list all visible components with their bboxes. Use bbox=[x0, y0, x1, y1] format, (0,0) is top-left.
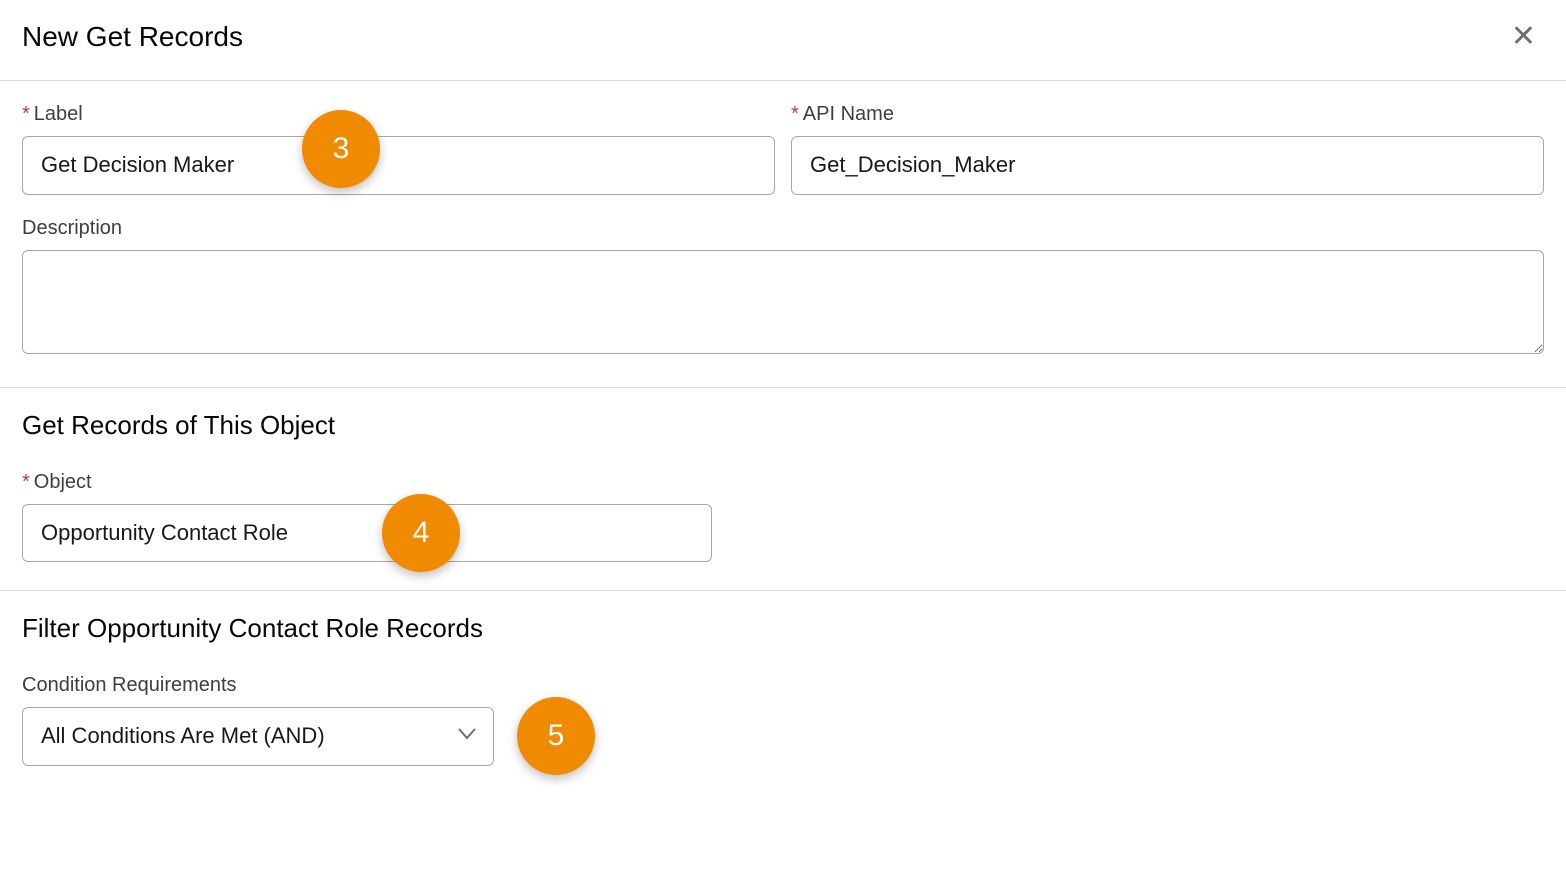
identity-section: *Label 3 *API Name Description bbox=[0, 81, 1566, 388]
filter-section-heading: Filter Opportunity Contact Role Records bbox=[22, 613, 1544, 644]
label-field-label: *Label bbox=[22, 103, 775, 126]
object-section: Get Records of This Object *Object 4 bbox=[0, 388, 1566, 592]
callout-5: 5 bbox=[517, 697, 595, 775]
close-icon[interactable]: ✕ bbox=[1503, 18, 1544, 56]
required-asterisk-icon: * bbox=[22, 103, 30, 125]
description-field-group: Description bbox=[22, 217, 1544, 359]
api-name-input[interactable] bbox=[791, 136, 1544, 195]
object-combobox[interactable] bbox=[22, 504, 712, 563]
object-label-text: Object bbox=[34, 471, 92, 493]
modal-title: New Get Records bbox=[22, 21, 243, 53]
description-field-label: Description bbox=[22, 217, 1544, 240]
object-field-label: *Object bbox=[22, 471, 1544, 494]
condition-requirements-label: Condition Requirements bbox=[22, 674, 1544, 697]
label-input[interactable] bbox=[22, 136, 775, 195]
description-textarea[interactable] bbox=[22, 250, 1544, 354]
modal-header: New Get Records ✕ bbox=[0, 0, 1566, 81]
api-name-text: API Name bbox=[803, 103, 894, 125]
get-records-modal: New Get Records ✕ *Label 3 *API Name Des… bbox=[0, 0, 1566, 880]
label-field-group: *Label 3 bbox=[22, 103, 775, 195]
required-asterisk-icon: * bbox=[22, 471, 30, 493]
object-section-heading: Get Records of This Object bbox=[22, 410, 1544, 441]
filter-section: Filter Opportunity Contact Role Records … bbox=[0, 591, 1566, 788]
condition-requirements-select[interactable]: All Conditions Are Met (AND) bbox=[22, 707, 494, 766]
label-text: Label bbox=[34, 103, 83, 125]
api-name-field-group: *API Name bbox=[791, 103, 1544, 195]
required-asterisk-icon: * bbox=[791, 103, 799, 125]
api-name-field-label: *API Name bbox=[791, 103, 1544, 126]
